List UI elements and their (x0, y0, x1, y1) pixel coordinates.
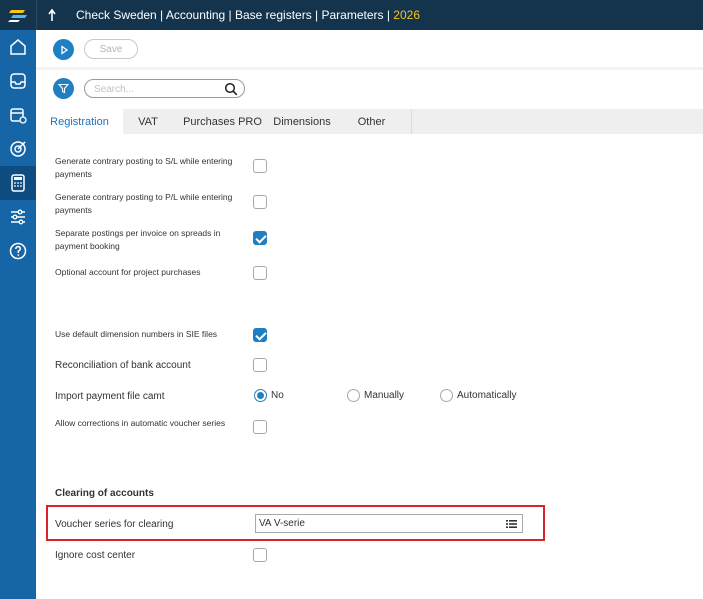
setting-row: Generate contrary posting to P/L while e… (55, 191, 240, 217)
tab-purchases-pro[interactable]: Purchases PRO (173, 109, 272, 134)
radio-label: No (271, 390, 284, 401)
home-icon[interactable] (0, 30, 36, 64)
setting-row: Import payment file camt (55, 390, 240, 403)
search-field[interactable] (84, 79, 245, 98)
setting-label: Reconciliation of bank account (55, 360, 191, 371)
search-icon[interactable] (224, 82, 238, 96)
reconciliation-checkbox[interactable] (253, 358, 267, 372)
filter-icon[interactable] (53, 78, 74, 99)
setting-row: Voucher series for clearing (55, 518, 240, 531)
setting-label: Allow corrections in automatic voucher s… (55, 418, 226, 428)
import-radio-automatically[interactable] (440, 389, 453, 402)
tab-vat[interactable]: VAT (123, 109, 173, 134)
setting-row: Allow corrections in automatic voucher s… (55, 417, 240, 430)
default-dims-checkbox[interactable] (253, 328, 267, 342)
breadcrumb-year: 2026 (393, 8, 420, 22)
separate-postings-checkbox[interactable] (253, 231, 267, 245)
section-title: Clearing of accounts (55, 488, 154, 499)
allow-corrections-checkbox[interactable] (253, 420, 267, 434)
search-input[interactable] (94, 82, 214, 96)
setting-row: Separate postings per invoice on spreads… (55, 227, 240, 253)
calculator-icon[interactable] (0, 166, 36, 200)
app-logo-icon[interactable] (0, 0, 36, 30)
save-button[interactable]: Save (84, 39, 138, 59)
tab-registration[interactable]: Registration (36, 109, 123, 134)
breadcrumb-path: Check Sweden | Accounting | Base registe… (76, 8, 390, 22)
list-icon[interactable] (506, 519, 517, 529)
setting-row: Reconciliation of bank account (55, 359, 240, 372)
tab-other[interactable]: Other (332, 109, 412, 134)
tab-bar: Registration VAT Purchases PRO Dimension… (36, 109, 703, 134)
setting-label: Generate contrary posting to P/L while e… (55, 192, 233, 215)
setting-row: Ignore cost center (55, 549, 240, 562)
ignore-cost-center-checkbox[interactable] (253, 548, 267, 562)
setting-label: Generate contrary posting to S/L while e… (55, 156, 233, 179)
inbox-icon[interactable] (0, 64, 36, 98)
contrary-pl-checkbox[interactable] (253, 195, 267, 209)
setting-label: Import payment file camt (55, 391, 165, 402)
radio-label: Manually (364, 390, 405, 401)
breadcrumb: Check Sweden | Accounting | Base registe… (76, 8, 420, 22)
optional-account-checkbox[interactable] (253, 266, 267, 280)
main-panel: Save Registration VAT Purchases PRO Dime… (36, 30, 703, 599)
calendar-clock-icon[interactable] (0, 98, 36, 132)
setting-label: Ignore cost center (55, 550, 136, 561)
setting-label: Optional account for project purchases (55, 267, 201, 277)
target-icon[interactable] (0, 132, 36, 166)
top-bar: Check Sweden | Accounting | Base registe… (0, 0, 703, 30)
setting-label: Use default dimension numbers in SIE fil… (55, 329, 218, 339)
contrary-sl-checkbox[interactable] (253, 159, 267, 173)
voucher-series-value: VA V-serie (259, 518, 305, 529)
radio-label: Automatically (457, 390, 517, 401)
import-radio-no[interactable] (254, 389, 267, 402)
setting-row: Optional account for project purchases (55, 266, 240, 279)
back-arrow-icon[interactable] (36, 0, 70, 30)
import-radio-manually[interactable] (347, 389, 360, 402)
sidebar (0, 30, 36, 599)
run-button[interactable] (53, 39, 74, 60)
setting-label: Voucher series for clearing (55, 519, 174, 530)
setting-row: Generate contrary posting to S/L while e… (55, 155, 240, 181)
help-icon[interactable] (0, 234, 36, 268)
voucher-series-select[interactable]: VA V-serie (255, 514, 523, 533)
setting-row: Use default dimension numbers in SIE fil… (55, 328, 240, 341)
setting-label: Separate postings per invoice on spreads… (55, 228, 221, 251)
sliders-icon[interactable] (0, 200, 36, 234)
tab-dimensions[interactable]: Dimensions (272, 109, 332, 134)
toolbar-divider (36, 67, 703, 70)
